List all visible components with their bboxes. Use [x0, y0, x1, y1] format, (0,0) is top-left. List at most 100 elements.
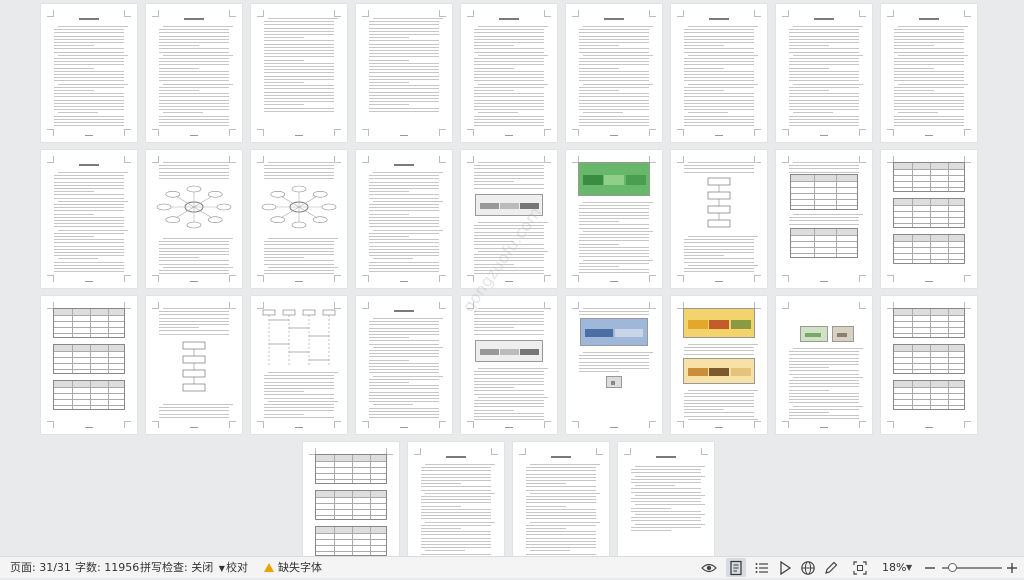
page-thumbnail[interactable]	[671, 296, 767, 434]
page-thumbnail[interactable]	[41, 4, 137, 142]
text-line	[369, 78, 439, 80]
eye-icon[interactable]	[701, 560, 717, 576]
text-line	[894, 74, 964, 75]
zoom-out-icon[interactable]	[922, 560, 938, 576]
crop-mark	[964, 10, 971, 17]
text-line	[54, 106, 124, 107]
text-line	[474, 380, 544, 382]
page-thumbnail[interactable]	[408, 442, 504, 556]
page-thumbnail[interactable]	[146, 4, 242, 142]
crop-mark	[624, 448, 631, 455]
crop-mark	[544, 421, 551, 428]
word-count[interactable]: 字数: 11956	[75, 557, 139, 579]
text-line	[54, 35, 124, 37]
table-row	[894, 223, 964, 224]
text-line	[635, 485, 675, 487]
globe-icon[interactable]	[800, 560, 816, 576]
page-indicator[interactable]: 页面: 31/31	[10, 557, 71, 579]
zoom-percent[interactable]: 18%	[882, 557, 906, 579]
outline-icon[interactable]	[754, 560, 770, 576]
text-line	[474, 74, 544, 75]
page-thumbnail[interactable]	[461, 4, 557, 142]
text-line	[264, 82, 304, 83]
page-thumbnail[interactable]	[461, 150, 557, 288]
table-column	[334, 491, 335, 519]
text-line	[54, 70, 124, 72]
text-line	[793, 348, 863, 349]
document-canvas[interactable]: gongzuofu.com	[0, 0, 1024, 556]
page-view-button[interactable]	[726, 558, 746, 577]
text-line	[684, 86, 754, 88]
page-thumbnail[interactable]	[881, 296, 977, 434]
page-thumbnail[interactable]	[251, 4, 347, 142]
text-line	[54, 213, 94, 215]
text-line	[54, 93, 124, 95]
missing-font-button[interactable]: 缺失字体	[264, 557, 322, 579]
page-thumbnail[interactable]	[41, 296, 137, 434]
page-thumbnail[interactable]	[251, 150, 347, 288]
page-thumbnail[interactable]	[671, 150, 767, 288]
page-thumbnail[interactable]	[146, 296, 242, 434]
text-line	[526, 531, 596, 533]
text-line	[474, 254, 544, 255]
text-line	[373, 18, 443, 19]
text-line	[268, 372, 338, 373]
fit-window-icon[interactable]	[852, 560, 868, 576]
crop-mark	[362, 129, 369, 136]
text-line	[54, 261, 124, 263]
page-thumbnail[interactable]	[776, 4, 872, 142]
text-line	[530, 521, 600, 523]
crop-mark	[964, 302, 971, 309]
text-line	[264, 85, 334, 87]
table-row	[54, 405, 124, 406]
page-thumbnail[interactable]	[513, 442, 609, 556]
text-line	[159, 32, 229, 34]
text-line	[369, 69, 439, 71]
text-line	[159, 109, 229, 111]
pen-icon[interactable]	[823, 560, 839, 576]
page-thumbnail[interactable]	[303, 442, 399, 556]
page-thumbnail[interactable]	[566, 150, 662, 288]
page-thumbnail[interactable]	[618, 442, 714, 556]
figure-image	[580, 318, 648, 346]
spellcheck-toggle[interactable]: 拼写检查: 关闭 ▼	[140, 557, 225, 579]
text-line	[159, 413, 229, 415]
text-line	[474, 416, 544, 417]
page-thumbnail[interactable]	[356, 4, 452, 142]
text-line	[264, 72, 334, 74]
text-line	[474, 178, 544, 179]
page-thumbnail[interactable]	[776, 150, 872, 288]
page-thumbnail[interactable]	[776, 296, 872, 434]
page-thumbnail[interactable]	[251, 296, 347, 434]
text-line	[789, 96, 859, 98]
zoom-in-icon[interactable]	[1004, 560, 1020, 576]
page-thumbnail[interactable]	[356, 150, 452, 288]
play-icon[interactable]	[777, 560, 793, 576]
page-thumbnail[interactable]	[671, 4, 767, 142]
chevron-down-icon[interactable]: ▼	[906, 557, 912, 579]
text-line	[526, 502, 596, 504]
page-thumbnail[interactable]	[881, 150, 977, 288]
page-thumbnail[interactable]	[356, 296, 452, 434]
text-line	[894, 61, 964, 63]
page-thumbnail[interactable]	[146, 150, 242, 288]
crop-mark	[544, 129, 551, 136]
page-thumbnail[interactable]	[566, 4, 662, 142]
text-line	[894, 42, 964, 43]
text-line	[268, 266, 338, 268]
text-line	[789, 165, 859, 167]
proofread-button[interactable]: 校对	[226, 557, 248, 579]
page-thumbnail[interactable]	[41, 150, 137, 288]
page-thumbnail[interactable]	[461, 296, 557, 434]
text-line	[159, 168, 229, 170]
text-line	[474, 371, 544, 373]
table-row	[894, 169, 964, 170]
page-thumbnail[interactable]	[881, 4, 977, 142]
text-line	[579, 32, 649, 34]
text-line	[474, 314, 544, 316]
text-line	[369, 27, 439, 29]
page-thumbnail[interactable]	[566, 296, 662, 434]
crop-mark	[677, 156, 684, 163]
text-line	[684, 70, 754, 72]
zoom-slider-handle[interactable]	[948, 563, 957, 572]
